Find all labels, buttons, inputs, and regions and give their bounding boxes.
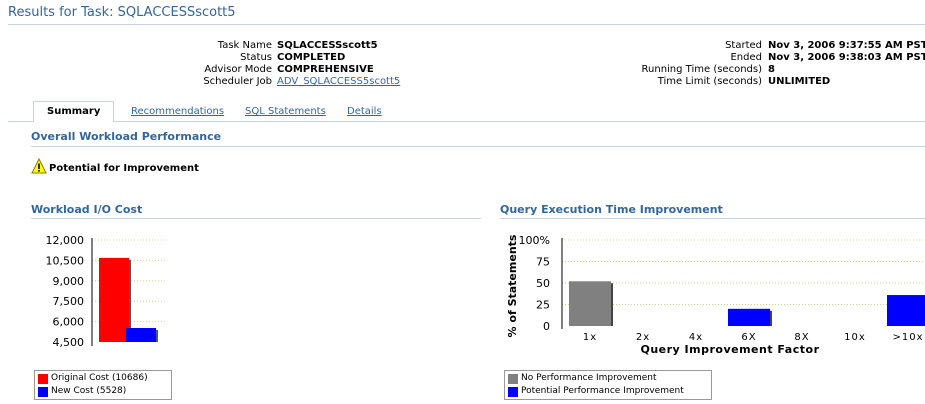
bar-new-cost xyxy=(126,328,156,342)
y-tick-label: 0 xyxy=(543,320,550,333)
io-cost-legend: Original Cost (10686) New Cost (5528) xyxy=(34,370,172,400)
tab-bar-line xyxy=(8,121,925,122)
x-tick-label: 10x xyxy=(844,332,866,343)
started-label: Started xyxy=(725,40,762,51)
chart2-title: Query Execution Time Improvement xyxy=(500,203,723,216)
query-time-legend: No Performance Improvement Potential Per… xyxy=(504,370,712,400)
y-tick-label: 100% xyxy=(519,234,550,247)
bar-no-improvement xyxy=(569,281,611,326)
scheduler-job-label: Scheduler Job xyxy=(203,76,272,87)
legend-label-original: Original Cost (10686) xyxy=(51,373,148,383)
query-time-chart: 100% 75 50 25 0 1x 2x 4x 6X 8X 10x >10x Query Improv… xyxy=(506,234,925,356)
bar-potential-improvement xyxy=(887,295,925,326)
legend-item-potential-improvement: Potential Performance Improvement xyxy=(508,385,708,398)
y-axis-label: % of Statements xyxy=(506,234,519,337)
x-tick-label: 8X xyxy=(794,332,809,343)
chart2-title-divider xyxy=(500,218,925,219)
bar-original-cost xyxy=(99,257,129,342)
y-tick-label: 25 xyxy=(536,299,550,312)
status-value: COMPLETED xyxy=(277,52,346,63)
ended-label: Ended xyxy=(730,52,762,63)
original-swatch xyxy=(38,373,48,384)
task-info-values-left: SQLACCESSscott5 COMPLETED COMPREHENSIVE … xyxy=(277,40,400,88)
running-time-label: Running Time (seconds) xyxy=(641,64,762,75)
advisor-mode-label: Advisor Mode xyxy=(204,64,272,75)
tab-sql-statements[interactable]: SQL Statements xyxy=(245,104,326,120)
running-time-value: 8 xyxy=(768,64,775,75)
x-axis-label: Query Improvement Factor xyxy=(640,343,819,356)
tab-summary[interactable]: Summary xyxy=(33,101,115,122)
advisor-mode-value: COMPREHENSIVE xyxy=(277,64,374,75)
x-tick-label: 2x xyxy=(636,332,650,343)
y-tick-label: 4,500 xyxy=(53,336,85,349)
bar-potential-improvement xyxy=(728,308,770,326)
tab-details[interactable]: Details xyxy=(347,104,382,120)
y-tick-label: 7,500 xyxy=(53,295,85,308)
y-tick-label: 9,000 xyxy=(53,275,85,288)
legend-item-new: New Cost (5528) xyxy=(38,385,168,398)
new-swatch xyxy=(38,386,48,397)
overall-heading-divider xyxy=(31,146,925,147)
x-tick-label: >10x xyxy=(892,332,923,343)
task-name-label: Task Name xyxy=(217,40,272,51)
legend-item-original: Original Cost (10686) xyxy=(38,372,168,385)
legend-item-no-improvement: No Performance Improvement xyxy=(508,372,708,385)
overall-workload-heading: Overall Workload Performance xyxy=(31,130,222,143)
legend-label-new: New Cost (5528) xyxy=(51,386,127,396)
y-tick-label: 50 xyxy=(536,277,550,290)
chart1-title: Workload I/O Cost xyxy=(31,203,143,216)
y-tick-label: 75 xyxy=(536,256,550,269)
y-tick-label: 6,000 xyxy=(53,316,85,329)
warning-icon xyxy=(31,157,47,177)
task-info-labels-left: Task Name Status Advisor Mode Scheduler … xyxy=(150,40,272,88)
title-divider xyxy=(8,24,925,25)
started-value: Nov 3, 2006 9:37:55 AM PST xyxy=(768,40,925,51)
task-name-value: SQLACCESSscott5 xyxy=(277,40,378,51)
ended-value: Nov 3, 2006 9:38:03 AM PST xyxy=(768,52,925,63)
tab-recommendations[interactable]: Recommendations xyxy=(131,104,224,120)
legend-label-no-improvement: No Performance Improvement xyxy=(521,373,657,383)
scheduler-job-link[interactable]: ADV_SQLACCESS5scott5 xyxy=(277,76,400,88)
improvement-status-text: Potential for Improvement xyxy=(49,163,199,174)
x-tick-label: 6X xyxy=(741,332,756,343)
time-limit-value: UNLIMITED xyxy=(768,76,831,87)
io-cost-chart: 12,000 10,500 9,000 7,500 6,000 4,500 xyxy=(46,234,166,349)
x-tick-label: 1x xyxy=(583,332,597,343)
legend-label-potential-improvement: Potential Performance Improvement xyxy=(521,386,684,396)
chart1-title-divider xyxy=(31,218,481,219)
status-label: Status xyxy=(240,52,272,63)
task-info-labels-right: Started Ended Running Time (seconds) Tim… xyxy=(590,40,762,88)
potential-improvement-swatch xyxy=(508,386,518,397)
bar-shadow xyxy=(156,330,158,342)
y-tick-label: 10,500 xyxy=(46,254,85,267)
bar-shadow xyxy=(611,283,613,326)
x-tick-label: 4x xyxy=(689,332,703,343)
task-info-values-right: Nov 3, 2006 9:37:55 AM PST Nov 3, 2006 9… xyxy=(768,40,925,88)
no-improvement-swatch xyxy=(508,373,518,384)
y-tick-label: 12,000 xyxy=(46,234,85,247)
bar-shadow xyxy=(770,310,772,326)
time-limit-label: Time Limit (seconds) xyxy=(657,76,762,87)
page-title: Results for Task: SQLACCESSscott5 xyxy=(8,5,236,20)
